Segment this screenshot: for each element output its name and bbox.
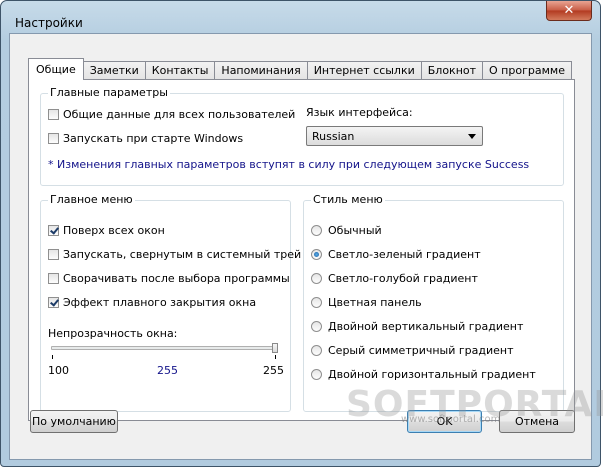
shared-data-option[interactable]: Общие данные для всех пользователей — [48, 108, 295, 121]
style-radio-gray-symmetric[interactable] — [311, 345, 322, 356]
window-title: Настройки — [15, 16, 83, 30]
style-option-light-blue[interactable]: Светло-голубой градиент — [311, 272, 478, 285]
cancel-button[interactable]: Отмена — [499, 410, 575, 433]
title-bar[interactable]: Настройки ✕ — [1, 1, 600, 33]
smooth-close-checkbox[interactable] — [48, 297, 59, 308]
style-option-gray-symmetric[interactable]: Серый симметричный градиент — [311, 344, 514, 357]
style-label: Двойной горизонтальный градиент — [328, 368, 536, 381]
style-radio-plain[interactable] — [311, 225, 322, 236]
shared-data-label: Общие данные для всех пользователей — [63, 108, 296, 121]
tab-general[interactable]: Общие — [28, 58, 84, 80]
close-icon: ✕ — [563, 3, 575, 18]
style-label: Светло-голубой градиент — [328, 272, 478, 285]
menu-style-group: Стиль меню Обычный Светло-зеленый градие… — [303, 193, 564, 412]
smooth-close-option[interactable]: Эффект плавного закрытия окна — [48, 296, 256, 309]
style-option-double-vertical[interactable]: Двойной вертикальный градиент — [311, 320, 523, 333]
main-menu-group: Главное меню Поверх всех окон Запускать,… — [40, 193, 301, 412]
tab-reminders[interactable]: Напоминания — [215, 61, 308, 80]
dialog-client-area: Общие Заметки Контакты Напоминания Интер… — [9, 33, 592, 460]
restart-note: * Изменения главных параметров вступят в… — [48, 158, 530, 171]
general-tab-panel: Главные параметры Общие данные для всех … — [28, 79, 575, 421]
language-label: Язык интерфейса: — [306, 106, 413, 119]
run-on-startup-option[interactable]: Запускать при старте Windows — [48, 132, 243, 145]
opacity-slider-thumb[interactable] — [272, 343, 278, 353]
smooth-close-label: Эффект плавного закрытия окна — [63, 296, 257, 309]
main-params-group: Главные параметры Общие данные для всех … — [40, 86, 564, 186]
style-option-light-green[interactable]: Светло-зеленый градиент — [311, 248, 481, 261]
start-minimized-label: Запускать, свернутым в системный трей — [63, 248, 302, 261]
always-on-top-label: Поверх всех окон — [63, 224, 165, 237]
language-select[interactable]: Russian — [306, 126, 483, 146]
start-minimized-option[interactable]: Запускать, свернутым в системный трей — [48, 248, 301, 261]
style-radio-double-horizontal[interactable] — [311, 369, 322, 380]
main-params-title: Главные параметры — [48, 86, 170, 99]
chevron-down-icon — [468, 134, 476, 139]
tab-internet-links[interactable]: Интернет ссылки — [307, 61, 422, 80]
opacity-label: Непрозрачность окна: — [48, 327, 178, 340]
style-label: Обычный — [328, 224, 382, 237]
close-button[interactable]: ✕ — [546, 1, 592, 21]
style-label: Цветная панель — [328, 296, 422, 309]
minimize-after-select-option[interactable]: Сворачивать после выбора программы — [48, 272, 290, 285]
style-label: Светло-зеленый градиент — [328, 248, 481, 261]
defaults-button[interactable]: По умолчанию — [30, 410, 118, 433]
opacity-max-value: 255 — [263, 364, 284, 377]
tab-strip: Общие Заметки Контакты Напоминания Интер… — [28, 58, 572, 80]
style-radio-double-vertical[interactable] — [311, 321, 322, 332]
style-label: Двойной вертикальный градиент — [328, 320, 524, 333]
style-option-color-panel[interactable]: Цветная панель — [311, 296, 422, 309]
run-on-startup-label: Запускать при старте Windows — [63, 132, 244, 145]
opacity-current-value: 255 — [157, 364, 178, 377]
tab-notes[interactable]: Заметки — [83, 61, 146, 80]
ok-button[interactable]: OK — [407, 410, 482, 433]
slider-tick — [275, 355, 276, 359]
style-radio-light-green[interactable] — [311, 249, 322, 260]
tab-notepad[interactable]: Блокнот — [421, 61, 484, 80]
run-on-startup-checkbox[interactable] — [48, 133, 59, 144]
start-minimized-checkbox[interactable] — [48, 249, 59, 260]
always-on-top-checkbox[interactable] — [48, 225, 59, 236]
always-on-top-option[interactable]: Поверх всех окон — [48, 224, 165, 237]
opacity-slider-track — [51, 346, 277, 350]
slider-tick — [52, 355, 53, 359]
minimize-after-select-checkbox[interactable] — [48, 273, 59, 284]
shared-data-checkbox[interactable] — [48, 109, 59, 120]
style-radio-color-panel[interactable] — [311, 297, 322, 308]
tab-contacts[interactable]: Контакты — [145, 61, 216, 80]
minimize-after-select-label: Сворачивать после выбора программы — [63, 272, 290, 285]
opacity-slider[interactable] — [48, 341, 281, 361]
style-option-double-horizontal[interactable]: Двойной горизонтальный градиент — [311, 368, 536, 381]
style-option-plain[interactable]: Обычный — [311, 224, 382, 237]
style-radio-light-blue[interactable] — [311, 273, 322, 284]
opacity-min-value: 100 — [48, 364, 69, 377]
settings-window: Настройки ✕ Общие Заметки Контакты Напом… — [0, 0, 603, 467]
style-label: Серый симметричный градиент — [328, 344, 514, 357]
tab-about[interactable]: О программе — [483, 61, 572, 80]
language-select-value: Russian — [312, 130, 355, 143]
main-menu-title: Главное меню — [48, 193, 135, 206]
menu-style-title: Стиль меню — [311, 193, 385, 206]
